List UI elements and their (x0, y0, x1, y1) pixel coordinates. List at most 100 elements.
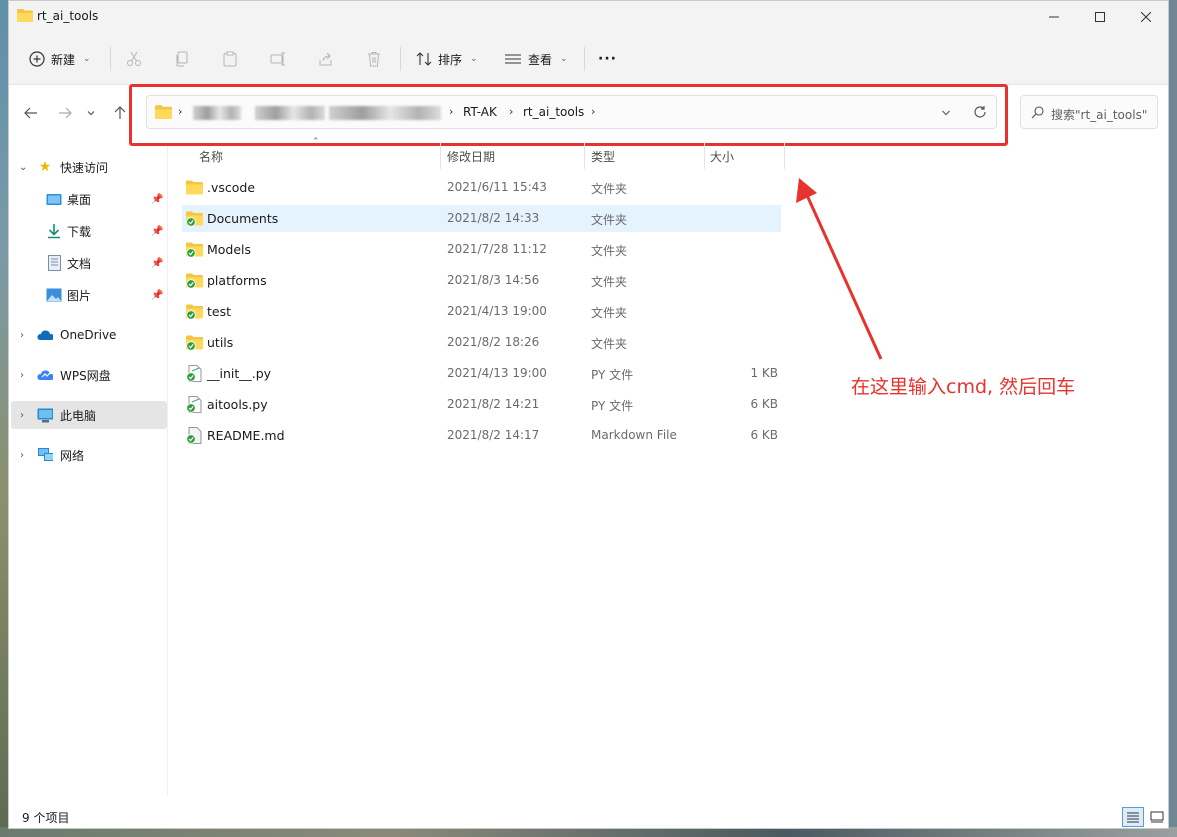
tiles-view-icon (1150, 811, 1164, 823)
search-box[interactable]: 搜索"rt_ai_tools" (1020, 95, 1158, 129)
file-date: 2021/8/2 14:17 (447, 428, 540, 442)
delete-icon (368, 52, 380, 67)
paste-button[interactable] (220, 49, 240, 69)
share-button[interactable] (316, 49, 336, 69)
chevron-right-icon[interactable]: › (20, 410, 24, 421)
minimize-button[interactable] (1031, 1, 1077, 33)
folder-icon (186, 242, 203, 258)
more-options-button[interactable]: ··· (598, 45, 617, 73)
column-divider[interactable] (440, 143, 441, 169)
file-type: 文件夹 (591, 244, 628, 258)
details-view-button[interactable] (1122, 807, 1144, 827)
large-icons-view-button[interactable] (1146, 807, 1168, 827)
file-row[interactable]: README.md 2021/8/2 14:17 Markdown File 6 KB (182, 422, 781, 449)
sidebar-item-wps[interactable]: › WPS网盘 (9, 361, 165, 389)
view-button[interactable]: 查看 ⌄ (504, 45, 568, 73)
new-button[interactable]: 新建 ⌄ (29, 45, 91, 73)
file-type: 文件夹 (591, 213, 628, 227)
copy-icon (176, 51, 188, 67)
column-divider[interactable] (584, 143, 585, 169)
file-name: .vscode (207, 180, 256, 195)
chevron-right-icon[interactable]: › (20, 370, 24, 381)
pictures-icon (46, 287, 62, 303)
sidebar-item-quick-access[interactable]: ⌄ ★ 快速访问 (9, 153, 165, 181)
search-placeholder: 搜索"rt_ai_tools" (1051, 108, 1148, 122)
folder-icon (186, 304, 203, 320)
sort-button[interactable]: 排序 ⌄ (416, 45, 478, 73)
column-header-type[interactable]: 类型 (591, 148, 615, 165)
sidebar-item-network[interactable]: › 网络 (9, 441, 165, 469)
file-icon (186, 365, 202, 382)
command-bar: 新建 ⌄ 排序 ⌄ 查看 ⌄ ··· (9, 33, 1168, 85)
file-row[interactable]: .vscode 2021/6/11 15:43 文件夹 (182, 174, 781, 201)
sidebar-item-desktop[interactable]: 桌面 📌 (9, 185, 165, 213)
sidebar-item-this-pc[interactable]: › 此电脑 (11, 401, 167, 429)
chevron-right-icon[interactable]: › (20, 450, 24, 461)
maximize-button[interactable] (1077, 1, 1123, 33)
sidebar-item-label: WPS网盘 (60, 368, 111, 383)
file-row[interactable]: Models 2021/7/28 11:12 文件夹 (182, 236, 781, 263)
cut-button[interactable] (124, 49, 144, 69)
sidebar-item-label: 文档 (67, 256, 92, 271)
up-button[interactable] (113, 101, 127, 125)
chevron-down-icon: ⌄ (470, 54, 478, 64)
folder-icon (186, 335, 203, 351)
rename-icon (270, 52, 285, 66)
chevron-right-icon[interactable]: › (20, 330, 24, 341)
file-row[interactable]: test 2021/4/13 19:00 文件夹 (182, 298, 781, 325)
pin-icon[interactable]: 📌 (151, 290, 163, 301)
file-date: 2021/4/13 19:00 (447, 366, 547, 380)
pin-icon[interactable]: 📌 (151, 194, 163, 205)
documents-icon (46, 255, 62, 271)
sort-icon (416, 52, 432, 66)
file-date: 2021/4/13 19:00 (447, 304, 547, 318)
forward-button[interactable] (53, 101, 77, 125)
file-date: 2021/8/2 14:21 (447, 397, 540, 411)
file-date: 2021/7/28 11:12 (447, 242, 547, 256)
sidebar-item-pictures[interactable]: 图片 📌 (9, 281, 165, 309)
close-button[interactable] (1123, 1, 1168, 33)
computer-icon (37, 407, 53, 423)
share-icon (319, 52, 332, 66)
file-size: 6 KB (750, 428, 778, 442)
file-row[interactable]: platforms 2021/8/3 14:56 文件夹 (182, 267, 781, 294)
column-header-name[interactable]: 名称 (199, 148, 223, 165)
sidebar-item-label: 桌面 (67, 192, 92, 207)
folder-icon (17, 9, 33, 22)
file-row[interactable]: aitools.py 2021/8/2 14:21 PY 文件 6 KB (182, 391, 781, 418)
column-divider[interactable] (704, 143, 705, 169)
file-name: platforms (207, 273, 267, 288)
file-date: 2021/8/2 18:26 (447, 335, 540, 349)
new-label: 新建 (51, 52, 76, 67)
back-button[interactable] (19, 101, 43, 125)
details-view-icon (1127, 812, 1139, 823)
column-header-size[interactable]: 大小 (710, 148, 734, 165)
file-name: utils (207, 335, 234, 350)
file-type: PY 文件 (591, 399, 634, 413)
file-row[interactable]: utils 2021/8/2 18:26 文件夹 (182, 329, 781, 356)
title-bar[interactable]: rt_ai_tools (9, 1, 1168, 33)
folder-icon (186, 180, 203, 195)
toolbar-divider (110, 47, 111, 71)
pin-icon[interactable]: 📌 (151, 258, 163, 269)
sidebar-item-documents[interactable]: 文档 📌 (9, 249, 165, 277)
file-row[interactable]: __init__.py 2021/4/13 19:00 PY 文件 1 KB (182, 360, 781, 387)
column-divider[interactable] (784, 143, 785, 169)
rename-button[interactable] (268, 49, 288, 69)
delete-button[interactable] (364, 49, 384, 69)
pane-divider[interactable] (167, 146, 168, 796)
file-name: __init__.py (207, 366, 272, 381)
chevron-down-icon[interactable]: ⌄ (19, 162, 27, 173)
wps-cloud-icon (37, 367, 53, 383)
file-type: 文件夹 (591, 275, 628, 289)
annotation-text: 在这里输入cmd, 然后回车 (851, 376, 1076, 398)
pin-icon[interactable]: 📌 (151, 226, 163, 237)
recent-locations-button[interactable] (83, 101, 99, 125)
sidebar-item-downloads[interactable]: 下载 📌 (9, 217, 165, 245)
file-row[interactable]: Documents 2021/8/2 14:33 文件夹 (182, 205, 781, 232)
sidebar-item-onedrive[interactable]: › OneDrive (9, 321, 165, 349)
copy-button[interactable] (172, 49, 192, 69)
column-header-date[interactable]: 修改日期 (447, 148, 495, 165)
download-icon (46, 223, 62, 239)
paste-icon (223, 51, 237, 67)
